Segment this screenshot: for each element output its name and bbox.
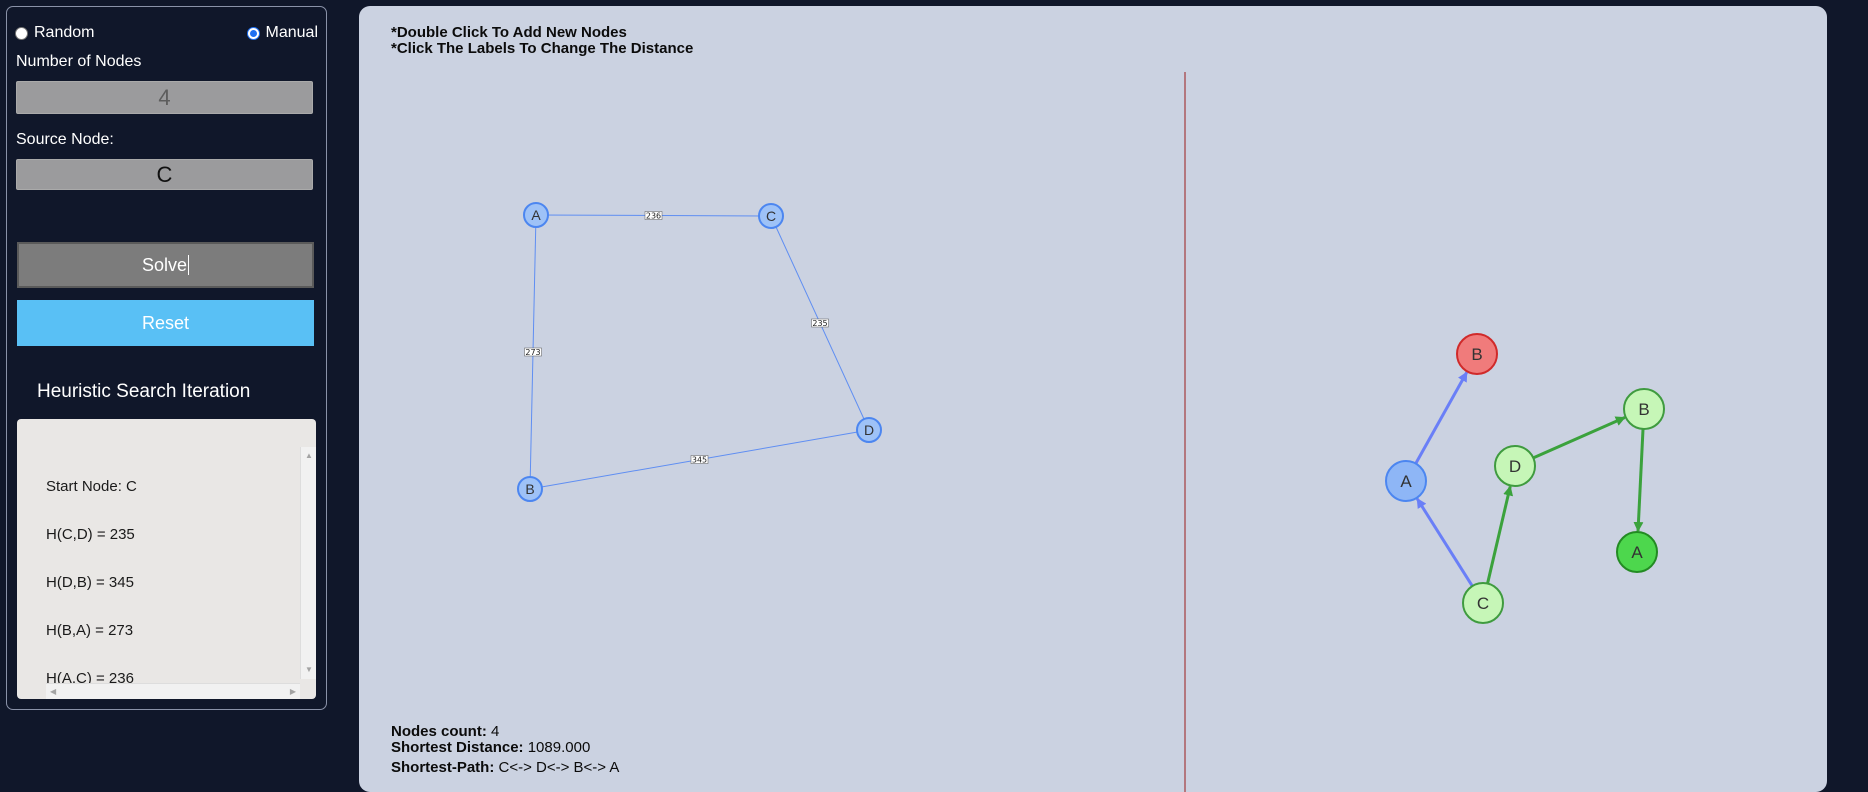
horizontal-scrollbar[interactable]: ◀ ▶ (46, 683, 300, 699)
control-panel: Random Manual Number of Nodes 4 Source N… (6, 6, 327, 710)
path-edge (1532, 416, 1626, 460)
scroll-right-icon[interactable]: ▶ (290, 687, 296, 697)
reset-button[interactable]: Reset (17, 300, 314, 346)
vertical-scrollbar[interactable]: ▲ ▼ (300, 447, 316, 679)
log-line: Start Node: C (46, 478, 137, 495)
nodes-count-value: 4 (491, 723, 500, 740)
tree-node-path: D (1494, 445, 1536, 487)
log-line: H(D,B) = 345 (46, 574, 134, 591)
tree-node-label: B (1638, 400, 1649, 419)
tree-node-rejected: B (1456, 333, 1498, 375)
text-cursor (188, 255, 190, 275)
random-radio[interactable] (15, 26, 28, 40)
solve-label: Solve (141, 254, 188, 275)
mode-selector: Random Manual (15, 21, 318, 45)
source-node-label: Source Node: (16, 131, 114, 148)
shortest-path-row: Shortest-Path: C<-> D<-> B<-> A (391, 760, 619, 776)
heuristic-title: Heuristic Search Iteration (37, 381, 251, 402)
search-tree-nodes: B A C D B A (1385, 333, 1665, 624)
scroll-down-icon[interactable]: ▼ (305, 665, 313, 675)
nodes-count-label: Nodes count: (391, 723, 487, 740)
tree-node-label: B (1471, 345, 1482, 364)
shortest-distance-row: Shortest Distance: 1089.000 (391, 740, 619, 756)
input-graph-edges: 236 235 345 273 (524, 211, 870, 490)
source-node-input[interactable]: C (16, 159, 313, 190)
scroll-up-icon[interactable]: ▲ (305, 451, 313, 461)
graph-canvas[interactable]: *Double Click To Add New Nodes *Click Th… (359, 6, 1827, 792)
graph-node[interactable]: C (758, 203, 784, 229)
log-line: H(B,A) = 273 (46, 622, 134, 639)
graph-node[interactable]: B (517, 476, 543, 502)
nodes-count-input[interactable]: 4 (16, 81, 313, 114)
nodes-count-row: Nodes count: 4 (391, 724, 619, 740)
edge-weight-label[interactable]: 273 (525, 348, 540, 357)
tree-node-label: A (1400, 472, 1412, 491)
graph-node-label: A (531, 207, 541, 223)
mode-random-option[interactable]: Random (15, 24, 94, 42)
mode-manual-option[interactable]: Manual (246, 24, 318, 42)
explored-edge (1414, 371, 1469, 465)
path-edge (1486, 485, 1514, 584)
graph-node[interactable]: D (856, 417, 882, 443)
shortest-path-label: Shortest-Path: (391, 759, 495, 776)
scroll-left-icon[interactable]: ◀ (50, 687, 56, 697)
results-summary: Nodes count: 4 Shortest Distance: 1089.0… (391, 724, 619, 776)
random-label: Random (34, 24, 95, 41)
edge-weight-label[interactable]: 235 (812, 319, 827, 328)
tree-node-label: A (1631, 543, 1643, 562)
shortest-distance-value: 1089.000 (527, 739, 591, 756)
graph-drawing[interactable]: 236 235 345 273 A C D B B A C D B A (359, 6, 1827, 792)
manual-label: Manual (265, 24, 318, 41)
nodes-count-label: Number of Nodes (16, 53, 142, 70)
tree-node-goal: A (1616, 531, 1658, 573)
graph-node-label: C (766, 208, 776, 224)
edge-weight-label[interactable]: 345 (692, 456, 707, 465)
log-line: H(C,D) = 235 (46, 526, 135, 543)
tree-node-path: C (1462, 582, 1504, 624)
heuristic-log[interactable]: Start Node: C H(C,D) = 235 H(D,B) = 345 … (17, 419, 316, 699)
shortest-path-value: C<-> D<-> B<-> A (498, 759, 620, 776)
graph-node[interactable]: A (523, 202, 549, 228)
tree-node-path: B (1623, 388, 1665, 430)
edge-weight-label[interactable]: 236 (646, 212, 661, 221)
tree-node-label: C (1477, 594, 1489, 613)
shortest-distance-label: Shortest Distance: (391, 739, 524, 756)
solve-button[interactable]: Solve (17, 242, 314, 288)
explored-edge (1415, 497, 1474, 587)
graph-node-label: D (864, 422, 874, 438)
path-edge (1633, 428, 1645, 533)
graph-node-label: B (525, 481, 534, 497)
heuristic-log-text: Start Node: C H(C,D) = 235 H(D,B) = 345 … (46, 447, 137, 699)
tree-node-explored: A (1385, 460, 1427, 502)
tree-node-label: D (1509, 457, 1521, 476)
manual-radio[interactable] (246, 26, 260, 40)
